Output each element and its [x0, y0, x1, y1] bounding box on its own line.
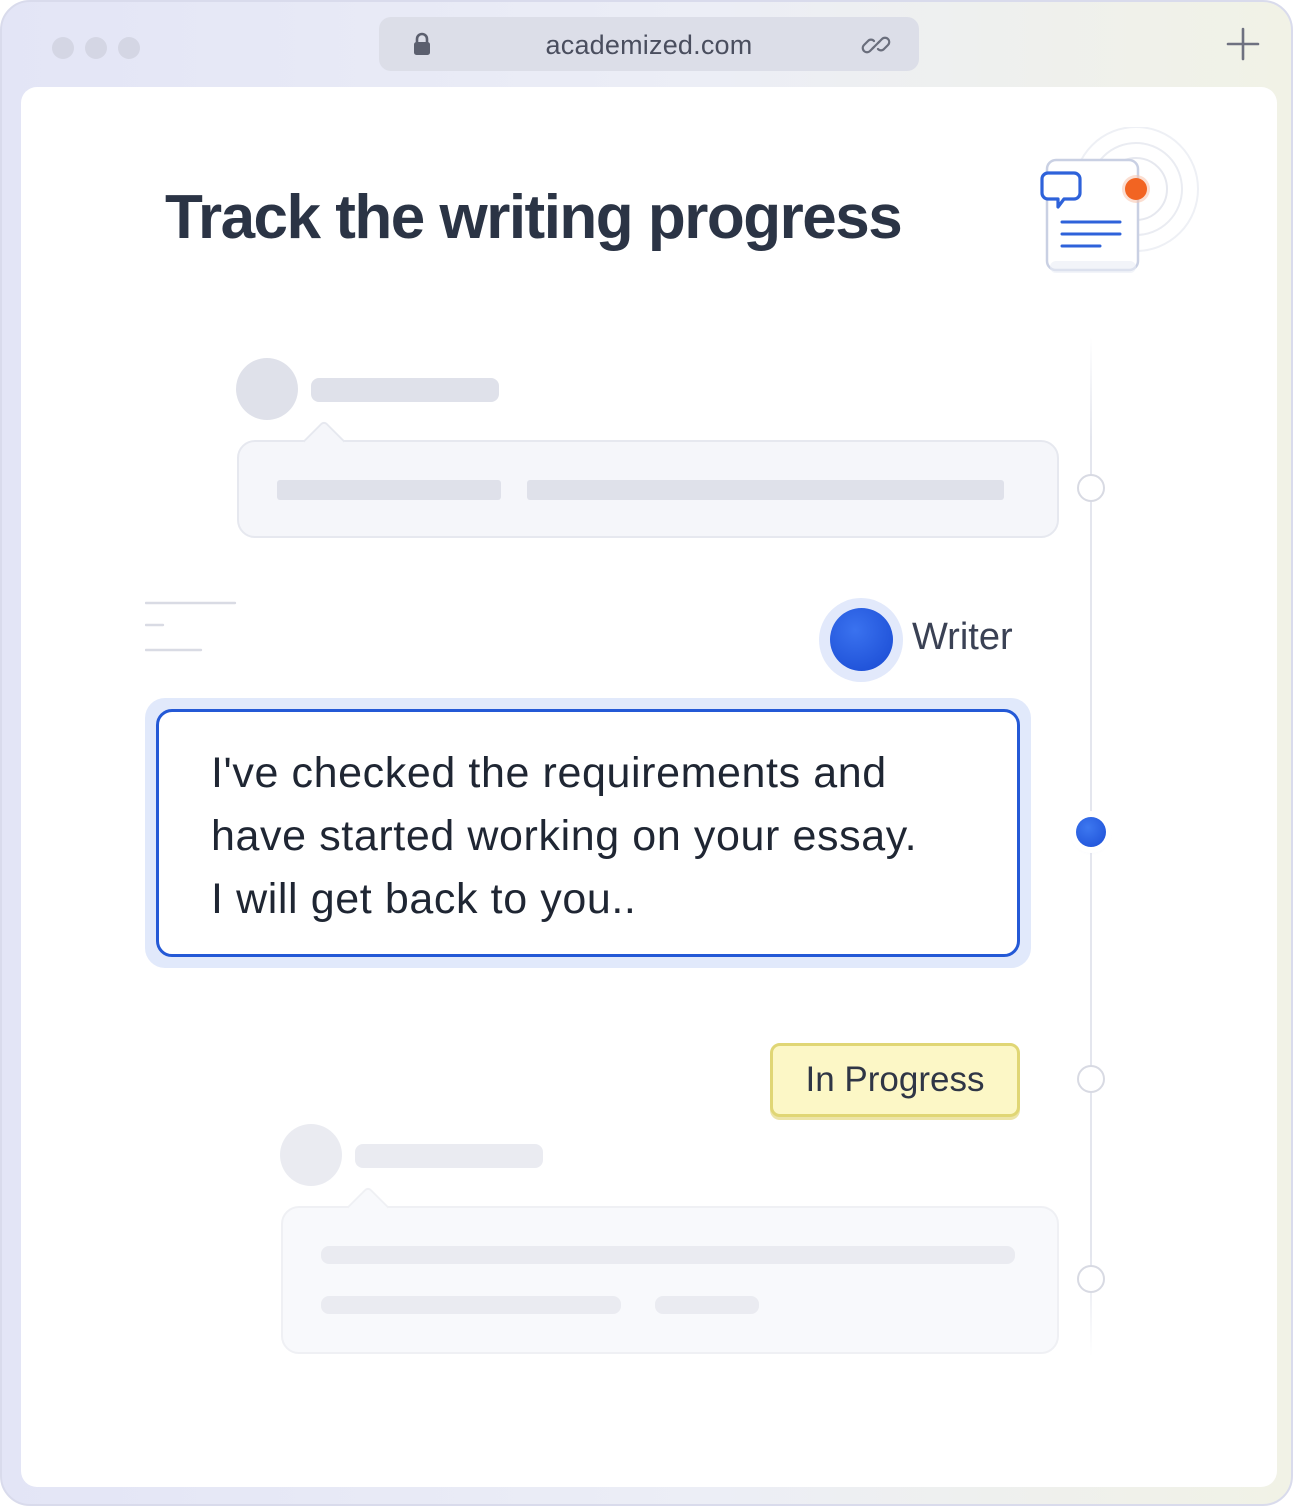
timeline-step-dot-active	[1076, 817, 1106, 847]
status-badge: In Progress	[770, 1043, 1020, 1117]
placeholder-message-card	[281, 1185, 1059, 1354]
placeholder-name-bar	[311, 378, 499, 402]
placeholder-name-bar	[355, 1144, 543, 1168]
document-notification-icon	[1040, 127, 1199, 273]
writer-avatar	[830, 608, 893, 671]
page-title: Track the writing progress	[165, 183, 903, 252]
message-line: have started working on your essay.	[211, 812, 918, 860]
timeline-step-dot	[1077, 474, 1105, 502]
placeholder-avatar	[280, 1124, 342, 1186]
placeholder-text-bar	[527, 480, 1004, 500]
placeholder-text-bar	[277, 480, 501, 500]
address-bar[interactable]: academized.com	[379, 17, 919, 71]
link-icon[interactable]	[861, 30, 891, 60]
decorative-lines	[145, 601, 237, 652]
timeline-step-dot	[1077, 1065, 1105, 1093]
placeholder-avatar	[236, 358, 298, 420]
browser-window: academized.com Track the writing progres…	[0, 0, 1293, 1506]
message-line: I've checked the requirements and	[211, 749, 887, 797]
url-text: academized.com	[545, 30, 753, 60]
message-line: I will get back to you..	[211, 875, 637, 923]
window-control-zoom[interactable]	[118, 37, 140, 59]
placeholder-message-card	[237, 419, 1059, 538]
window-control-close[interactable]	[52, 37, 74, 59]
window-control-minimize[interactable]	[85, 37, 107, 59]
message-text: I've checked the requirements and have s…	[211, 742, 991, 931]
writer-name: Writer	[912, 616, 1013, 658]
writer-message-bubble: I've checked the requirements and have s…	[156, 709, 1020, 957]
placeholder-text-bar	[655, 1296, 759, 1314]
window-controls	[52, 37, 140, 59]
new-tab-plus-icon[interactable]	[1226, 27, 1260, 61]
timeline-step-dot	[1077, 1265, 1105, 1293]
placeholder-text-bar	[321, 1246, 1015, 1264]
placeholder-text-bar	[321, 1296, 621, 1314]
